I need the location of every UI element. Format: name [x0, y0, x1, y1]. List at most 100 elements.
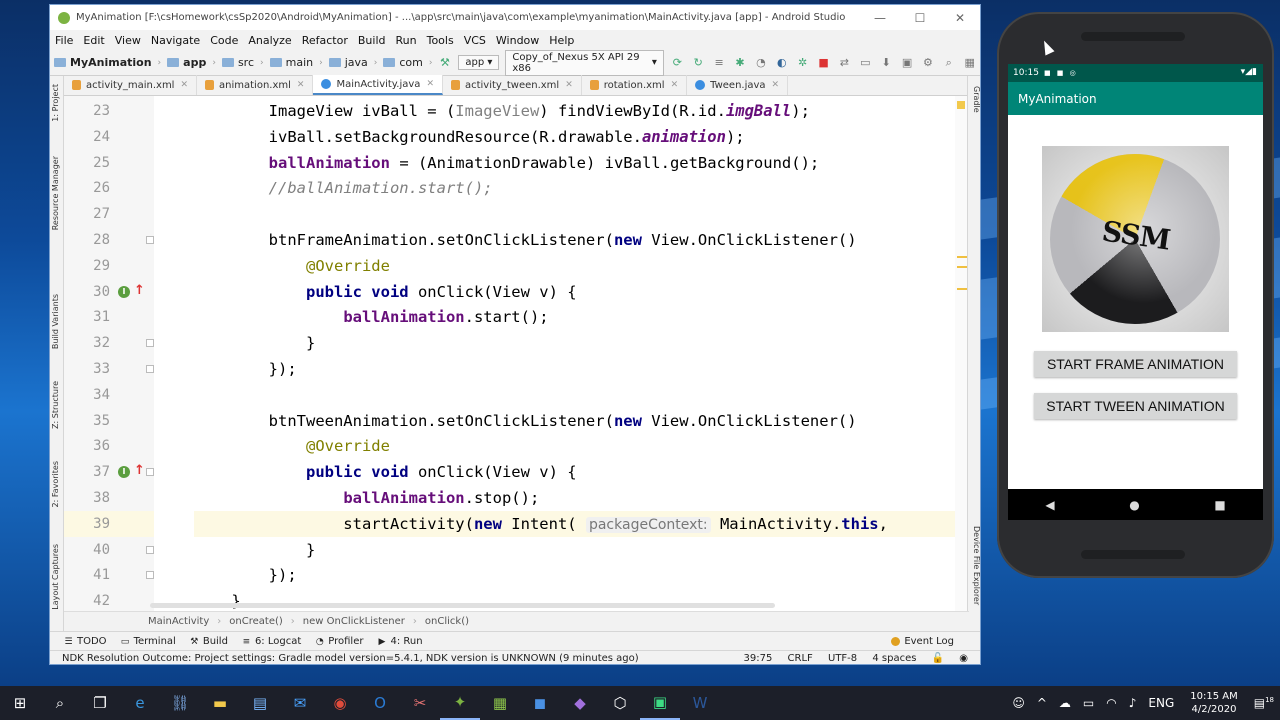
tool-window-todo[interactable]: ☰ TODO	[64, 636, 106, 647]
clock[interactable]: 10:15 AM 4/2/2020	[1190, 690, 1237, 716]
attach-debugger-icon[interactable]: ◐	[775, 56, 788, 70]
wifi-icon[interactable]: ◠	[1106, 696, 1116, 710]
profile-icon[interactable]: ◔	[754, 56, 767, 70]
apply-changes-icon[interactable]: ≡	[713, 56, 726, 70]
network-tray-icon[interactable]: ▭	[1083, 696, 1094, 710]
task-view-icon[interactable]: ❐	[80, 686, 120, 720]
line-number[interactable]: 32	[64, 330, 110, 356]
code-line[interactable]: startActivity(new Intent( packageContext…	[194, 511, 888, 537]
tool-tab-structure[interactable]: Z: Structure	[51, 381, 63, 429]
bug-icon[interactable]: ✲	[796, 56, 809, 70]
refresh-icon[interactable]: ⟳	[671, 56, 684, 70]
breadcrumb-method[interactable]: onCreate()	[229, 616, 283, 627]
notification-center-icon[interactable]: ▤18	[1254, 696, 1274, 710]
lock-icon[interactable]: 🔓	[932, 653, 944, 664]
avd-manager-icon[interactable]: ▭	[859, 56, 872, 70]
show-hidden-icons[interactable]: ^	[1037, 696, 1047, 710]
file-encoding[interactable]: UTF-8	[828, 653, 857, 664]
network-icon[interactable]: ⛓	[160, 686, 200, 720]
code-line[interactable]: }	[194, 537, 315, 563]
horizontal-scrollbar[interactable]	[150, 603, 775, 608]
breadcrumb-class[interactable]: MainActivity	[148, 616, 209, 627]
tab-activity-tween-xml[interactable]: activity_tween.xml ✕	[443, 75, 582, 95]
line-number[interactable]: 37	[64, 459, 110, 485]
android-studio-taskbar-icon[interactable]: ✦	[440, 686, 480, 720]
database-icon[interactable]: ▦	[963, 56, 976, 70]
implements-method-icon[interactable]: I	[118, 466, 130, 479]
code-line[interactable]: public void onClick(View v) {	[194, 459, 577, 485]
stop-icon[interactable]: ■	[817, 56, 830, 70]
windows-start-icon[interactable]: ⊞	[0, 686, 40, 720]
tool-window-build[interactable]: ⚒ Build	[190, 636, 228, 647]
line-number[interactable]: 27	[64, 201, 110, 227]
menu-view[interactable]: View	[110, 34, 146, 47]
menu-vcs[interactable]: VCS	[459, 34, 491, 47]
line-number[interactable]: 31	[64, 304, 110, 330]
code-line[interactable]: ImageView ivBall = (ImageView) findViewB…	[194, 98, 810, 124]
menu-navigate[interactable]: Navigate	[146, 34, 205, 47]
line-number[interactable]: 39	[64, 511, 110, 537]
line-number[interactable]: 38	[64, 485, 110, 511]
menu-window[interactable]: Window	[491, 34, 544, 47]
code-line[interactable]: ivBall.setBackgroundResource(R.drawable.…	[194, 124, 745, 150]
recents-icon[interactable]: ■	[1214, 498, 1225, 512]
line-number[interactable]: 29	[64, 253, 110, 279]
tab-mainactivity-java[interactable]: MainActivity.java ✕	[313, 75, 443, 95]
search-icon[interactable]: ⌕	[942, 56, 955, 70]
code-line[interactable]: });	[194, 562, 297, 588]
layout-inspector-icon[interactable]: ▣	[901, 56, 914, 70]
code-line[interactable]: });	[194, 356, 297, 382]
run-config-select[interactable]: app ▾	[458, 55, 500, 70]
code-line[interactable]: @Override	[194, 253, 390, 279]
menu-run[interactable]: Run	[391, 34, 422, 47]
notepad-icon[interactable]: ▦	[480, 686, 520, 720]
line-number[interactable]: 26	[64, 175, 110, 201]
code-line[interactable]: ballAnimation.stop();	[194, 485, 539, 511]
menu-help[interactable]: Help	[544, 34, 579, 47]
menu-edit[interactable]: Edit	[78, 34, 109, 47]
start-frame-animation-button[interactable]: START FRAME ANIMATION	[1034, 351, 1237, 377]
line-number[interactable]: 35	[64, 408, 110, 434]
sdk-manager-icon[interactable]: ⬇	[880, 56, 893, 70]
close-icon[interactable]: ✕	[772, 80, 780, 90]
word-icon[interactable]: W	[680, 686, 720, 720]
tab-animation-xml[interactable]: animation.xml ✕	[197, 75, 314, 95]
close-icon[interactable]: ✕	[297, 80, 305, 90]
snipping-tool-icon[interactable]: ✂	[400, 686, 440, 720]
people-icon[interactable]: ☺	[1012, 696, 1025, 710]
code-line[interactable]: ballAnimation = (AnimationDrawable) ivBa…	[194, 150, 820, 176]
tool-tab-build-variants[interactable]: Build Variants	[51, 294, 63, 349]
override-arrow-icon[interactable]: ↑	[134, 463, 145, 478]
line-number[interactable]: 40	[64, 537, 110, 563]
nav-crumb-java[interactable]: java	[325, 56, 372, 69]
tab-rotation-xml[interactable]: rotation.xml ✕	[582, 75, 688, 95]
settings-icon[interactable]: ⚙	[921, 56, 934, 70]
emulator-taskbar-icon[interactable]: ▣	[640, 686, 680, 720]
onedrive-icon[interactable]: ☁	[1059, 696, 1071, 710]
line-separator[interactable]: CRLF	[788, 653, 813, 664]
edge-browser-icon[interactable]: e	[120, 686, 160, 720]
code-line[interactable]: @Override	[194, 433, 390, 459]
line-number[interactable]: 33	[64, 356, 110, 382]
tool-window-terminal[interactable]: ▭ Terminal	[121, 636, 176, 647]
implements-method-icon[interactable]: I	[118, 285, 130, 298]
line-number[interactable]: 36	[64, 433, 110, 459]
indent-setting[interactable]: 4 spaces	[872, 653, 916, 664]
store-icon[interactable]: ▤	[240, 686, 280, 720]
menu-file[interactable]: File	[50, 34, 78, 47]
volume-icon[interactable]: ♪	[1129, 696, 1137, 710]
line-number[interactable]: 24	[64, 124, 110, 150]
minimize-button[interactable]: —	[860, 11, 900, 25]
fold-marker-icon[interactable]	[146, 365, 154, 373]
line-number[interactable]: 41	[64, 562, 110, 588]
menu-refactor[interactable]: Refactor	[297, 34, 353, 47]
fold-marker-icon[interactable]	[146, 339, 154, 348]
code-line[interactable]: public void onClick(View v) {	[194, 279, 577, 305]
rerun-icon[interactable]: ↻	[692, 56, 705, 70]
nav-crumb-com[interactable]: com	[379, 56, 427, 69]
tool-tab-device-file-explorer[interactable]: Device File Explorer	[969, 526, 980, 605]
line-number[interactable]: 25	[64, 150, 110, 176]
breadcrumb-onclick[interactable]: onClick()	[425, 616, 469, 627]
event-log[interactable]: Event Log	[891, 636, 954, 647]
home-icon[interactable]: ●	[1129, 498, 1139, 512]
